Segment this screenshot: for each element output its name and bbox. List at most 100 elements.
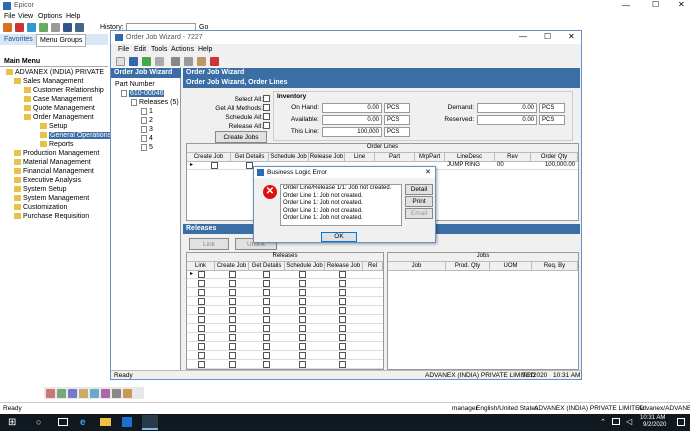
tree-general-ops[interactable]: General Operations bbox=[40, 131, 113, 140]
row-get-details-checkbox[interactable] bbox=[246, 162, 253, 169]
release-checkbox[interactable] bbox=[198, 325, 205, 332]
notifications-icon[interactable] bbox=[677, 418, 685, 426]
toolbar-icon-6[interactable] bbox=[63, 23, 72, 32]
tree-system-mgmt[interactable]: System Management bbox=[14, 194, 89, 203]
tree-part-number[interactable]: Part Number bbox=[115, 80, 155, 89]
strip-icon[interactable] bbox=[90, 389, 99, 398]
wizard-menu-actions[interactable]: Actions bbox=[171, 46, 194, 53]
task-view-icon[interactable] bbox=[58, 418, 68, 426]
release-checkbox[interactable] bbox=[229, 325, 236, 332]
release-row[interactable] bbox=[187, 297, 383, 306]
toolbar-icon-7[interactable] bbox=[75, 23, 84, 32]
release-checkbox[interactable] bbox=[198, 343, 205, 350]
tree-reports[interactable]: Reports bbox=[40, 140, 74, 149]
release-checkbox[interactable] bbox=[198, 298, 205, 305]
jobs-col-job[interactable]: Job bbox=[388, 262, 446, 271]
tree-release-2[interactable]: 2 bbox=[141, 116, 153, 125]
release-checkbox[interactable] bbox=[263, 325, 270, 332]
release-row[interactable] bbox=[187, 351, 383, 360]
tree-material[interactable]: Material Management bbox=[14, 158, 91, 167]
release-checkbox[interactable] bbox=[339, 316, 346, 323]
release-checkbox[interactable] bbox=[263, 316, 270, 323]
tree-crm[interactable]: Customer Relationship bbox=[24, 86, 104, 95]
release-checkbox[interactable] bbox=[299, 325, 306, 332]
volume-icon[interactable]: ◁ bbox=[626, 417, 632, 426]
new-icon[interactable] bbox=[116, 57, 125, 66]
release-checkbox[interactable] bbox=[339, 280, 346, 287]
tree-order[interactable]: 610-00046 bbox=[121, 89, 165, 98]
release-checkbox[interactable] bbox=[198, 280, 205, 287]
tab-menu-groups[interactable]: Menu Groups bbox=[36, 34, 87, 47]
release-checkbox[interactable] bbox=[198, 289, 205, 296]
start-button[interactable]: ⊞ bbox=[8, 417, 19, 428]
release-row[interactable] bbox=[187, 306, 383, 315]
tree-setup[interactable]: Setup bbox=[40, 122, 67, 131]
tree-quote[interactable]: Quote Management bbox=[24, 104, 95, 113]
tree-order-mgmt[interactable]: Order Management bbox=[24, 113, 94, 122]
jobs-col-uom[interactable]: UOM bbox=[490, 262, 532, 271]
strip-icon[interactable] bbox=[57, 389, 66, 398]
copy-icon[interactable] bbox=[184, 57, 193, 66]
close-button[interactable]: ✕ bbox=[678, 0, 685, 9]
detail-button[interactable]: Detail bbox=[405, 184, 433, 195]
release-checkbox[interactable] bbox=[339, 325, 346, 332]
release-checkbox[interactable] bbox=[339, 352, 346, 359]
release-checkbox[interactable] bbox=[229, 361, 236, 368]
release-checkbox[interactable] bbox=[229, 307, 236, 314]
strip-icon[interactable] bbox=[101, 389, 110, 398]
release-checkbox[interactable] bbox=[263, 271, 270, 278]
tree-company[interactable]: ADVANEX (INDIA) PRIVATE bbox=[6, 68, 104, 77]
get-all-methods-checkbox[interactable] bbox=[263, 104, 270, 111]
network-icon[interactable] bbox=[612, 418, 620, 425]
strip-icon[interactable] bbox=[79, 389, 88, 398]
email-button[interactable]: Email bbox=[405, 208, 433, 219]
refresh-icon[interactable] bbox=[142, 57, 151, 66]
menu-options[interactable]: Options bbox=[38, 13, 62, 20]
release-row[interactable] bbox=[187, 279, 383, 288]
release-checkbox[interactable] bbox=[339, 298, 346, 305]
tree-production[interactable]: Production Management bbox=[14, 149, 99, 158]
save-icon[interactable] bbox=[129, 57, 138, 66]
release-checkbox[interactable] bbox=[198, 316, 205, 323]
wizard-menu-file[interactable]: File bbox=[118, 46, 129, 53]
strip-icon[interactable] bbox=[123, 389, 132, 398]
menu-file[interactable]: File bbox=[4, 13, 15, 20]
tree-case[interactable]: Case Management bbox=[24, 95, 92, 104]
release-checkbox[interactable] bbox=[339, 271, 346, 278]
print-button[interactable]: Print bbox=[405, 196, 433, 207]
file-explorer-icon[interactable] bbox=[100, 418, 111, 426]
release-row[interactable] bbox=[187, 342, 383, 351]
release-checkbox[interactable] bbox=[229, 298, 236, 305]
release-checkbox[interactable] bbox=[339, 307, 346, 314]
menu-help[interactable]: Help bbox=[66, 13, 80, 20]
taskbar-time[interactable]: 10:31 AM bbox=[640, 415, 665, 421]
jobs-col-req-by[interactable]: Req. By bbox=[532, 262, 578, 271]
release-checkbox[interactable] bbox=[263, 334, 270, 341]
delete-icon[interactable] bbox=[210, 57, 219, 66]
minimize-button[interactable]: — bbox=[622, 1, 630, 10]
release-checkbox[interactable] bbox=[263, 289, 270, 296]
search-icon[interactable]: ○ bbox=[36, 417, 41, 427]
epicor-taskbar-icon[interactable] bbox=[142, 415, 158, 430]
release-checkbox[interactable] bbox=[263, 307, 270, 314]
release-checkbox[interactable] bbox=[198, 334, 205, 341]
tree-financial[interactable]: Financial Management bbox=[14, 167, 94, 176]
release-checkbox[interactable] bbox=[198, 271, 205, 278]
link-button[interactable]: Link bbox=[189, 238, 229, 250]
release-checkbox[interactable] bbox=[299, 280, 306, 287]
toolbar-icon-4[interactable] bbox=[39, 23, 48, 32]
release-checkbox[interactable] bbox=[229, 352, 236, 359]
tree-system-setup[interactable]: System Setup bbox=[14, 185, 67, 194]
toolbar-icon-3[interactable] bbox=[27, 23, 36, 32]
release-checkbox[interactable] bbox=[339, 343, 346, 350]
release-checkbox[interactable] bbox=[339, 289, 346, 296]
select-all-checkbox[interactable] bbox=[263, 95, 270, 102]
tab-favorites[interactable]: Favorites bbox=[4, 36, 33, 43]
tree-customization[interactable]: Customization bbox=[14, 203, 67, 212]
release-checkbox[interactable] bbox=[198, 352, 205, 359]
wizard-menu-help[interactable]: Help bbox=[198, 46, 212, 53]
row-create-job-checkbox[interactable] bbox=[211, 162, 218, 169]
strip-icon[interactable] bbox=[46, 389, 55, 398]
toolbar-icon-2[interactable] bbox=[15, 23, 24, 32]
tree-release-3[interactable]: 3 bbox=[141, 125, 153, 134]
